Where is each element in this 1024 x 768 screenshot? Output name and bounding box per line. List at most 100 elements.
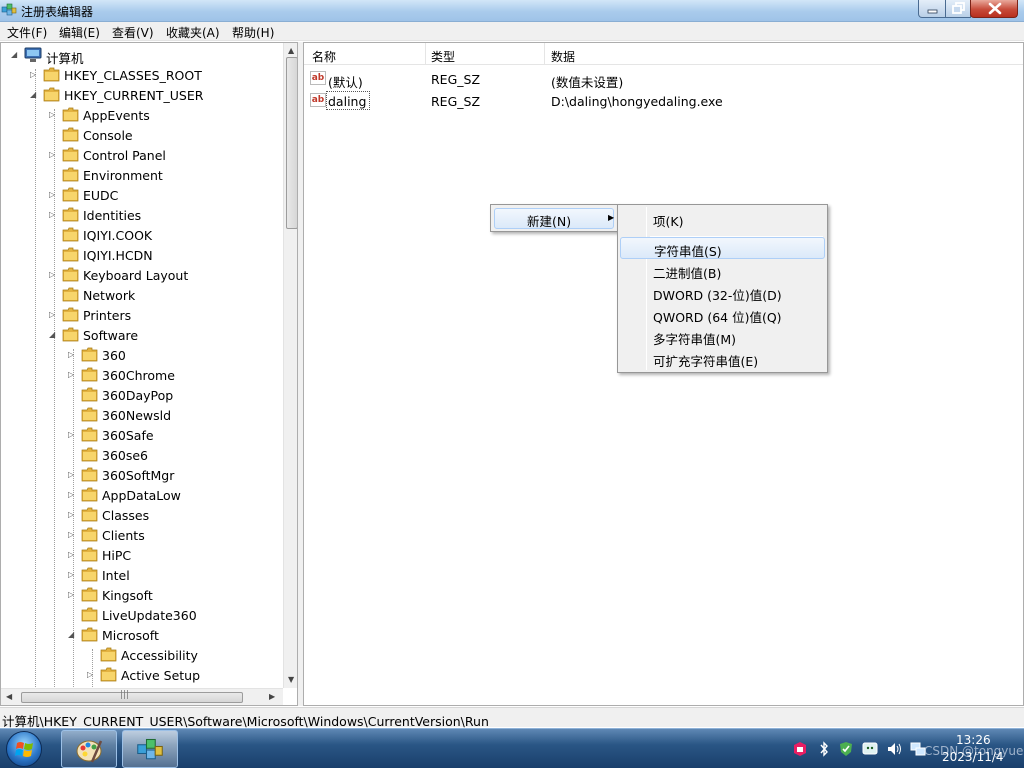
string-value-icon: ab — [310, 93, 326, 107]
taskbar-regedit-button[interactable] — [122, 730, 178, 768]
tree-node[interactable]: ▷ Classes — [1, 505, 281, 525]
menu-item-key[interactable]: 项(K) — [620, 207, 825, 229]
collapsed-arrow-icon[interactable]: ▷ — [87, 665, 97, 685]
list-row-daling[interactable]: ab daling REG_SZ D:\daling\hongyedaling.… — [304, 90, 1023, 112]
collapsed-arrow-icon[interactable]: ▷ — [49, 185, 59, 205]
menu-item-string-value[interactable]: 字符串值(S) — [620, 237, 825, 259]
tree-node[interactable]: 360se6 — [1, 445, 281, 465]
tree-node[interactable]: ▷ Control Panel — [1, 145, 281, 165]
scroll-left-icon[interactable]: ◀ — [6, 692, 12, 701]
scroll-right-icon[interactable]: ▶ — [269, 692, 275, 701]
menu-favorites[interactable]: 收藏夹(A) — [166, 24, 220, 41]
tree-node[interactable]: ▷ Kingsoft — [1, 585, 281, 605]
tree-node[interactable]: ▷ EUDC — [1, 185, 281, 205]
collapsed-arrow-icon[interactable]: ▷ — [68, 565, 78, 585]
clock-time[interactable]: 13:26 — [956, 733, 991, 747]
collapsed-arrow-icon[interactable]: ▷ — [49, 145, 59, 165]
tree-node[interactable]: 360Newsld — [1, 405, 281, 425]
tree-node[interactable]: Network — [1, 285, 281, 305]
tree-node[interactable]: ▷ Active Setup — [1, 665, 281, 685]
tree-node[interactable]: Environment — [1, 165, 281, 185]
collapsed-arrow-icon[interactable]: ▷ — [68, 525, 78, 545]
maximize-button[interactable] — [945, 0, 971, 18]
tree-node[interactable]: ▷ HKEY_CLASSES_ROOT — [1, 65, 281, 85]
tree-vertical-scrollbar[interactable]: ▲ ▼ — [283, 43, 297, 688]
tree-node[interactable]: LiveUpdate360 — [1, 605, 281, 625]
bluetooth-icon[interactable] — [816, 741, 832, 757]
expanded-arrow-icon[interactable]: ◢ — [30, 85, 40, 105]
tree-node[interactable]: Console — [1, 125, 281, 145]
column-name[interactable]: 名称 — [312, 48, 336, 65]
collapsed-arrow-icon[interactable]: ▷ — [49, 305, 59, 325]
wechat-icon[interactable] — [862, 741, 878, 757]
menu-item-qword-value[interactable]: QWORD (64 位)值(Q) — [620, 303, 825, 325]
tree-node[interactable]: ◢ Software — [1, 325, 281, 345]
tree-node[interactable]: ▷ HiPC — [1, 545, 281, 565]
tree-node[interactable]: ▷ AppDataLow — [1, 485, 281, 505]
tree-node[interactable]: ▷ Clients — [1, 525, 281, 545]
collapsed-arrow-icon[interactable]: ▷ — [49, 105, 59, 125]
values-list[interactable]: 名称 类型 数据 ab (默认) REG_SZ (数值未设置) ab dalin… — [303, 42, 1024, 706]
collapsed-arrow-icon[interactable]: ▷ — [30, 65, 40, 85]
tree-node[interactable]: ▷ 360SoftMgr — [1, 465, 281, 485]
column-divider[interactable] — [544, 43, 545, 65]
tree-node[interactable]: 360DayPop — [1, 385, 281, 405]
scroll-thumb[interactable] — [286, 57, 297, 229]
tree-node[interactable]: ▷ 360Chrome — [1, 365, 281, 385]
volume-icon[interactable] — [886, 741, 902, 757]
tree-node[interactable]: ▷ AppEvents — [1, 105, 281, 125]
tree-node[interactable]: IQIYI.HCDN — [1, 245, 281, 265]
tree-node[interactable]: ◢ Microsoft — [1, 625, 281, 645]
collapsed-arrow-icon[interactable]: ▷ — [68, 585, 78, 605]
tree-node[interactable]: ▷ 360Safe — [1, 425, 281, 445]
close-button[interactable] — [970, 0, 1018, 18]
menu-view[interactable]: 查看(V) — [112, 24, 154, 41]
collapsed-arrow-icon[interactable]: ▷ — [68, 365, 78, 385]
registry-tree[interactable]: ◢ 计算机 ▷ HKEY_CLASSES_ROOT ◢ HKEY_CURRENT_US… — [0, 42, 298, 706]
collapsed-arrow-icon[interactable]: ▷ — [68, 485, 78, 505]
collapsed-arrow-icon[interactable]: ▷ — [49, 205, 59, 225]
collapsed-arrow-icon[interactable]: ▷ — [68, 545, 78, 565]
expanded-arrow-icon[interactable]: ◢ — [68, 625, 78, 645]
security-icon[interactable] — [792, 741, 808, 757]
folder-icon — [81, 407, 98, 422]
list-row-default[interactable]: ab (默认) REG_SZ (数值未设置) — [304, 68, 1023, 90]
menu-item-expandable-string-value[interactable]: 可扩充字符串值(E) — [620, 347, 825, 369]
collapsed-arrow-icon[interactable]: ▷ — [68, 505, 78, 525]
tree-node[interactable]: ▷ 360 — [1, 345, 281, 365]
menu-item-dword-value[interactable]: DWORD (32-位)值(D) — [620, 281, 825, 303]
expanded-arrow-icon[interactable]: ◢ — [11, 45, 21, 65]
expanded-arrow-icon[interactable]: ◢ — [49, 325, 59, 345]
column-divider[interactable] — [425, 43, 426, 65]
menu-item-new[interactable]: 新建(N) ▶ — [494, 208, 614, 229]
collapsed-arrow-icon[interactable]: ▷ — [68, 465, 78, 485]
tree-node-computer[interactable]: ◢ 计算机 — [1, 45, 281, 66]
minimize-button[interactable] — [918, 0, 946, 18]
column-type[interactable]: 类型 — [431, 48, 455, 65]
tree-node-label: 360Safe — [102, 428, 154, 443]
menu-edit[interactable]: 编辑(E) — [59, 24, 100, 41]
tree-node[interactable]: IQIYI.COOK — [1, 225, 281, 245]
start-button[interactable] — [6, 731, 42, 767]
collapsed-arrow-icon[interactable]: ▷ — [68, 345, 78, 365]
column-data[interactable]: 数据 — [551, 48, 575, 65]
tree-node[interactable]: ▷ Printers — [1, 305, 281, 325]
scroll-up-icon[interactable]: ▲ — [288, 46, 294, 55]
taskbar-paint-button[interactable] — [61, 730, 117, 768]
menu-help[interactable]: 帮助(H) — [232, 24, 274, 41]
menu-item-binary-value[interactable]: 二进制值(B) — [620, 259, 825, 281]
collapsed-arrow-icon[interactable]: ▷ — [49, 265, 59, 285]
safety-shield-icon[interactable] — [838, 741, 854, 757]
tree-node[interactable]: ▷ Intel — [1, 565, 281, 585]
tree-node[interactable]: ▷ Identities — [1, 205, 281, 225]
menu-item-multi-string-value[interactable]: 多字符串值(M) — [620, 325, 825, 347]
clock-date[interactable]: 2023/11/4 — [942, 750, 1004, 764]
menu-file[interactable]: 文件(F) — [7, 24, 47, 41]
scroll-thumb[interactable]: ||| — [21, 690, 243, 703]
collapsed-arrow-icon[interactable]: ▷ — [68, 425, 78, 445]
tree-node[interactable]: ◢ HKEY_CURRENT_USER — [1, 85, 281, 105]
tree-node[interactable]: ▷ Keyboard Layout — [1, 265, 281, 285]
tree-node[interactable]: Accessibility — [1, 645, 281, 665]
tree-horizontal-scrollbar[interactable]: ◀ ||| ▶ — [1, 688, 283, 705]
scroll-down-icon[interactable]: ▼ — [288, 675, 294, 684]
